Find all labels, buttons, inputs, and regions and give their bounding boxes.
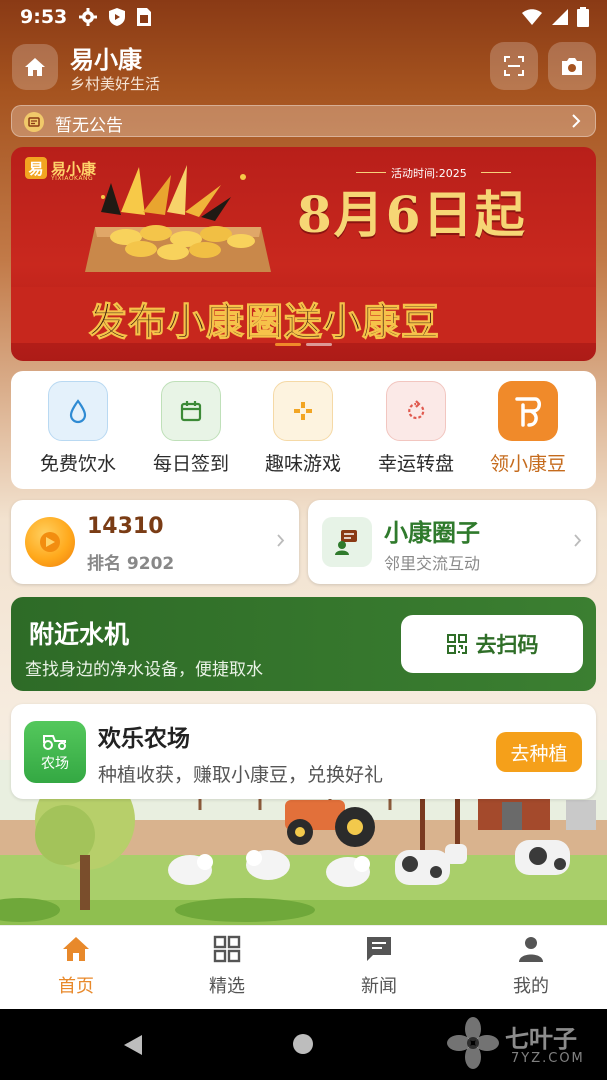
grid-icon	[213, 935, 241, 963]
nav-tab-featured[interactable]: 精选	[177, 934, 277, 998]
community-title: 小康圈子	[384, 519, 480, 547]
calendar-icon	[161, 381, 221, 441]
coin-icon	[25, 517, 75, 567]
home-circle-icon[interactable]	[292, 1033, 314, 1055]
community-subtitle: 邻里交流互动	[384, 554, 481, 573]
announcement-bar[interactable]: 暂无公告	[11, 105, 596, 137]
community-circle-card[interactable]: 小康圈子 邻里交流互动	[308, 500, 596, 584]
nav-tab-profile[interactable]: 我的	[481, 934, 581, 998]
rank-text: 排名 9202	[87, 554, 175, 574]
person-icon	[519, 937, 543, 962]
home-button[interactable]	[12, 44, 58, 90]
camera-icon	[562, 58, 582, 75]
gamepad-icon	[273, 381, 333, 441]
go-plant-button[interactable]: 去种植	[496, 732, 582, 772]
brand-logo-icon	[498, 381, 558, 441]
quick-action-daily-checkin[interactable]: 每日签到	[141, 381, 241, 476]
settings-gear-icon	[78, 7, 98, 31]
leaf-logo-icon	[447, 1017, 499, 1069]
system-navigation-bar: 七叶子 7YZ.COM	[0, 1009, 607, 1080]
points-card[interactable]: 14310 排名 9202	[11, 500, 299, 584]
watermark: 七叶子 7YZ.COM	[445, 1013, 595, 1075]
chat-icon	[367, 937, 391, 961]
quick-actions-card: 免费饮水 每日签到 趣味游戏 幸运转盘 领小康豆	[11, 371, 596, 489]
app-subtitle: 乡村美好生活	[70, 75, 161, 93]
farm-title: 欢乐农场	[98, 726, 190, 752]
nav-tab-news[interactable]: 新闻	[329, 934, 429, 998]
brand-logo-icon: 易	[25, 157, 47, 179]
camera-button[interactable]	[548, 42, 596, 90]
water-machine-subtitle: 查找身边的净水设备，便捷取水	[25, 660, 263, 680]
quick-action-get-beans[interactable]: 领小康豆	[478, 381, 578, 476]
farm-subtitle: 种植收获，赚取小康豆，兑换好礼	[98, 764, 384, 786]
scan-frame-icon	[504, 56, 524, 76]
quick-action-fun-games[interactable]: 趣味游戏	[253, 381, 353, 476]
banner-headline: 8月6日起	[297, 185, 527, 244]
tractor-icon: 农场	[24, 721, 86, 783]
announcement-icon	[24, 112, 44, 132]
carousel-dot[interactable]	[306, 343, 332, 346]
signal-icon	[551, 8, 569, 30]
water-drop-icon	[48, 381, 108, 441]
spin-icon	[386, 381, 446, 441]
announcement-text: 暂无公告	[55, 116, 123, 136]
app-header: 易小康 乡村美好生活	[0, 40, 607, 96]
status-bar: 9:53	[0, 0, 607, 36]
battery-icon	[577, 7, 589, 31]
carousel-dot-active[interactable]	[275, 343, 301, 346]
app-screen: 9:53 易小康 乡村美好生活 暂无公告 易 易小康 YIXIAOKANG 活动…	[0, 0, 607, 1080]
wifi-icon	[521, 8, 543, 30]
chevron-right-icon	[276, 533, 285, 552]
nearby-water-machine-card: 附近水机 查找身边的净水设备，便捷取水 去扫码	[11, 597, 596, 691]
promo-banner[interactable]: 易 易小康 YIXIAOKANG 活动时间:2025 8月6日起 发布小康圈送小…	[11, 147, 596, 361]
chevron-right-icon	[573, 533, 582, 552]
back-icon[interactable]	[122, 1033, 144, 1057]
banner-slogan: 发布小康圈送小康豆	[88, 300, 441, 345]
nav-tab-home[interactable]: 首页	[26, 934, 126, 998]
home-icon	[63, 937, 89, 961]
scan-button[interactable]	[490, 42, 538, 90]
gold-ingots-illustration	[85, 165, 271, 272]
community-icon	[322, 517, 372, 567]
shield-icon	[108, 7, 126, 31]
qr-code-icon	[446, 634, 467, 654]
quick-action-lucky-wheel[interactable]: 幸运转盘	[366, 381, 466, 476]
app-title: 易小康	[70, 46, 142, 74]
quick-action-free-water[interactable]: 免费饮水	[28, 381, 128, 476]
water-machine-title: 附近水机	[29, 620, 130, 649]
sim-card-icon	[136, 7, 152, 31]
go-scan-button[interactable]: 去扫码	[401, 615, 583, 673]
happy-farm-card[interactable]: 农场 欢乐农场 种植收获，赚取小康豆，兑换好礼 去种植	[11, 704, 596, 799]
home-icon	[25, 58, 45, 76]
chevron-right-icon	[571, 113, 581, 133]
points-value: 14310	[87, 514, 164, 539]
status-time: 9:53	[20, 6, 68, 28]
bottom-navigation: 首页 精选 新闻 我的	[0, 925, 607, 1009]
